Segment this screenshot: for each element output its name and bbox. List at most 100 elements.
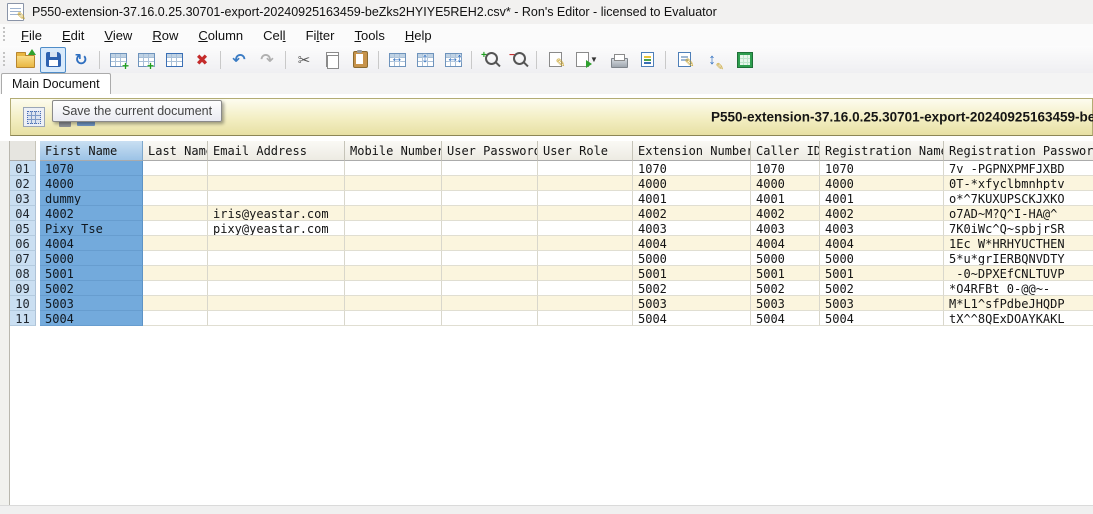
grid-cell[interactable]: 5003 <box>820 296 944 311</box>
grid-cell[interactable]: 1070 <box>751 161 820 176</box>
copy-icon[interactable] <box>319 47 345 73</box>
column-header-caller-id[interactable]: Caller ID <box>751 141 820 161</box>
redo-icon[interactable]: ↷ <box>254 47 280 73</box>
column-header-email-address[interactable]: Email Address <box>208 141 345 161</box>
menu-row[interactable]: Row <box>142 26 188 45</box>
row-number[interactable]: 02 <box>10 176 36 191</box>
grid-cell[interactable] <box>442 296 538 311</box>
grid-cell[interactable] <box>345 206 442 221</box>
grid-cell[interactable] <box>538 221 633 236</box>
grid-cell[interactable] <box>442 206 538 221</box>
grid-cell[interactable]: 5003 <box>751 296 820 311</box>
grid-cell[interactable] <box>345 311 442 326</box>
grid-cell[interactable]: tX^^8QExDOAYKAKL <box>944 311 1093 326</box>
grid-cell[interactable] <box>538 296 633 311</box>
fit-column-width-icon[interactable]: ↔ <box>384 47 410 73</box>
grid-cell[interactable]: o*^7KUXUPSCKJXKO <box>944 191 1093 206</box>
grid-cell[interactable] <box>442 161 538 176</box>
grid-cell[interactable]: 1070 <box>633 161 751 176</box>
menu-cell[interactable]: Cell <box>253 26 295 45</box>
grid-cell[interactable] <box>208 176 345 191</box>
row-number[interactable]: 06 <box>10 236 36 251</box>
grid-cell[interactable]: 5*u*grIERBQNVDTY <box>944 251 1093 266</box>
grid-cell[interactable] <box>538 161 633 176</box>
grid-cell[interactable] <box>208 296 345 311</box>
grid-cell[interactable] <box>143 221 208 236</box>
menu-column[interactable]: Column <box>188 26 253 45</box>
grid-cell[interactable] <box>442 176 538 191</box>
grid-corner[interactable] <box>10 141 36 161</box>
grid-cell[interactable]: 4004 <box>751 236 820 251</box>
edit-document-icon[interactable]: ✎ <box>671 47 697 73</box>
column-header-registration-name[interactable]: Registration Name <box>820 141 944 161</box>
grid-cell[interactable]: o7AD~M?Q^I-HA@^_ <box>944 206 1093 221</box>
grid-cell[interactable] <box>442 281 538 296</box>
grid-cell[interactable]: 1070 <box>820 161 944 176</box>
row-number[interactable]: 03 <box>10 191 36 206</box>
grid-cell[interactable] <box>538 251 633 266</box>
grid-cell[interactable]: 4003 <box>820 221 944 236</box>
zoom-in-icon[interactable]: + <box>477 47 503 73</box>
grid-cell[interactable]: Pixy Tse <box>40 221 143 236</box>
grid-cell[interactable] <box>538 311 633 326</box>
reload-icon[interactable]: ↻ <box>68 47 94 73</box>
grid-cell[interactable] <box>345 236 442 251</box>
column-header-first-name[interactable]: First Name <box>40 141 143 161</box>
row-number[interactable]: 11 <box>10 311 36 326</box>
zoom-out-icon[interactable]: − <box>505 47 531 73</box>
grid-cell[interactable] <box>538 191 633 206</box>
grid-cell[interactable]: _-0~DPXEfCNLTUVP <box>944 266 1093 281</box>
grid-cell[interactable]: 7K0iWc^Q~spbjrSR <box>944 221 1093 236</box>
grid-cell[interactable]: 5004 <box>820 311 944 326</box>
grid-cell[interactable]: 4000 <box>751 176 820 191</box>
grid-cell[interactable]: 4002 <box>40 206 143 221</box>
column-header-registration-password[interactable]: Registration Password <box>944 141 1093 161</box>
grid-cell[interactable]: 5002 <box>633 281 751 296</box>
grid-cell[interactable]: 4000 <box>633 176 751 191</box>
grid-cell[interactable] <box>143 191 208 206</box>
fit-row-height-icon[interactable]: ↕ <box>412 47 438 73</box>
grid-cell[interactable]: 5004 <box>633 311 751 326</box>
grid-cell[interactable] <box>345 281 442 296</box>
grid-cell[interactable]: 4000 <box>40 176 143 191</box>
row-number[interactable]: 09 <box>10 281 36 296</box>
grid-cell[interactable]: 5004 <box>40 311 143 326</box>
row-number[interactable]: 01 <box>10 161 36 176</box>
grid-cell[interactable] <box>345 161 442 176</box>
grid-cell[interactable]: 5002 <box>40 281 143 296</box>
grid-cell[interactable]: 5003 <box>633 296 751 311</box>
grid-cell[interactable]: 4002 <box>633 206 751 221</box>
grid-cell[interactable]: 4001 <box>751 191 820 206</box>
grid-cell[interactable]: 5002 <box>820 281 944 296</box>
excel-export-icon[interactable] <box>732 47 758 73</box>
add-row-icon[interactable]: + <box>105 47 131 73</box>
grid-cell[interactable] <box>143 206 208 221</box>
grid-cell[interactable]: 4000 <box>820 176 944 191</box>
grid-cell[interactable]: 4003 <box>751 221 820 236</box>
grid-cell[interactable]: 5004 <box>751 311 820 326</box>
table-view-button[interactable] <box>23 107 45 127</box>
grid-cell[interactable] <box>345 296 442 311</box>
column-header-user-role[interactable]: User Role <box>538 141 633 161</box>
grid-cell[interactable]: 4001 <box>820 191 944 206</box>
grid-cell[interactable]: 7v_-PGPNXPMFJXBD <box>944 161 1093 176</box>
tab-main-document[interactable]: Main Document <box>1 73 111 94</box>
grid-cell[interactable] <box>345 221 442 236</box>
grid-cell[interactable]: M*L1^sfPdbeJHQDP <box>944 296 1093 311</box>
grid-cell[interactable] <box>442 236 538 251</box>
grid-cell[interactable]: pixy@yeastar.com <box>208 221 345 236</box>
grid-cell[interactable] <box>538 281 633 296</box>
grid-cell[interactable] <box>208 266 345 281</box>
menu-edit[interactable]: Edit <box>52 26 94 45</box>
grid-cell[interactable]: iris@yeastar.com <box>208 206 345 221</box>
menu-help[interactable]: Help <box>395 26 442 45</box>
grid-cell[interactable]: 5001 <box>40 266 143 281</box>
grid-cell[interactable] <box>143 161 208 176</box>
grid-cell[interactable]: 4002 <box>820 206 944 221</box>
grid-cell[interactable] <box>143 176 208 191</box>
grid-cell[interactable] <box>538 176 633 191</box>
grid-cell[interactable] <box>143 236 208 251</box>
delete-icon[interactable]: ✖ <box>189 47 215 73</box>
grid-cell[interactable] <box>442 266 538 281</box>
row-number[interactable]: 08 <box>10 266 36 281</box>
